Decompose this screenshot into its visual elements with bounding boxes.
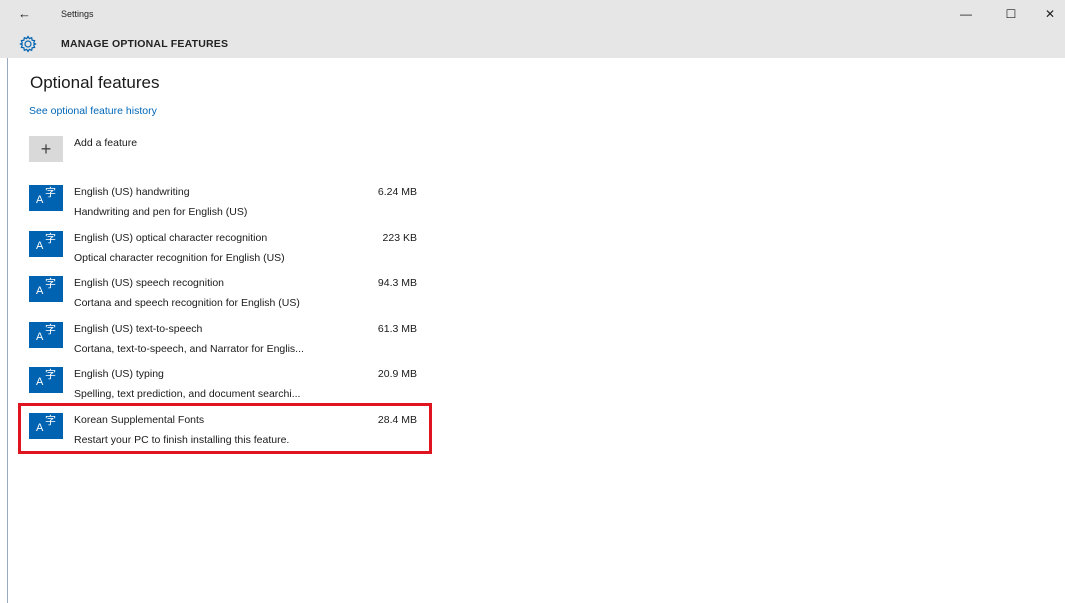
page-header: MANAGE OPTIONAL FEATURES — [0, 28, 1065, 58]
language-icon-glyph: 字 — [45, 322, 56, 336]
settings-window: ← Settings — ☐ ✕ MANAGE OPTIONAL FEATURE… — [0, 0, 1065, 603]
maximize-icon[interactable]: ☐ — [993, 4, 1029, 24]
add-feature-button[interactable]: + Add a feature — [29, 134, 229, 162]
language-icon: A 字 — [29, 185, 63, 211]
language-icon: A 字 — [29, 321, 63, 348]
add-feature-label: Add a feature — [74, 137, 138, 149]
highlight-annotation — [18, 403, 432, 454]
page-title: Optional features — [30, 73, 160, 92]
language-icon-glyph: 字 — [45, 231, 56, 245]
minimize-icon[interactable]: — — [948, 4, 984, 24]
language-icon-glyph: 字 — [45, 277, 56, 290]
language-icon-glyph: 字 — [45, 368, 56, 381]
feature-description: Spelling, text prediction, and document … — [74, 388, 301, 400]
list-item[interactable]: A 字 English (US) speech recognition 94.3… — [29, 271, 429, 317]
feature-name: English (US) speech recognition — [74, 277, 224, 289]
window-left-border — [7, 58, 8, 603]
feature-size: 20.9 MB — [377, 368, 417, 380]
language-icon: A 字 — [29, 276, 63, 302]
language-icon-glyph: 字 — [45, 186, 56, 199]
plus-icon: + — [29, 136, 63, 162]
feature-description: Cortana, text-to-speech, and Narrator fo… — [74, 342, 304, 355]
window-title: Settings — [61, 9, 94, 19]
feature-size: 6.24 MB — [377, 186, 417, 198]
feature-history-link[interactable]: See optional feature history — [29, 105, 157, 117]
feature-size: 61.3 MB — [377, 322, 417, 335]
feature-size: 223 KB — [382, 231, 417, 244]
feature-name: English (US) typing — [74, 368, 164, 380]
feature-name: English (US) handwriting — [74, 186, 190, 198]
list-item[interactable]: A 字 English (US) text-to-speech 61.3 MB … — [29, 317, 429, 363]
language-icon-letter: A — [36, 194, 44, 206]
feature-name: English (US) text-to-speech — [74, 322, 203, 335]
feature-description: Cortana and speech recognition for Engli… — [74, 297, 300, 309]
list-item[interactable]: A 字 English (US) typing 20.9 MB Spelling… — [29, 362, 429, 408]
header-title: MANAGE OPTIONAL FEATURES — [61, 38, 229, 50]
language-icon-letter: A — [36, 330, 44, 343]
feature-name: English (US) optical character recogniti… — [74, 231, 268, 244]
feature-size: 94.3 MB — [377, 277, 417, 289]
language-icon: A 字 — [29, 367, 63, 393]
language-icon-letter: A — [36, 285, 44, 297]
list-item[interactable]: A 字 English (US) handwriting 6.24 MB Han… — [29, 180, 429, 226]
language-icon-letter: A — [36, 376, 44, 388]
language-icon: A 字 — [29, 230, 63, 257]
title-bar: ← Settings — ☐ ✕ — [0, 0, 1065, 28]
gear-icon — [19, 35, 37, 53]
feature-description: Handwriting and pen for English (US) — [74, 206, 248, 218]
back-arrow-icon[interactable]: ← — [18, 5, 46, 23]
feature-description: Optical character recognition for Englis… — [74, 251, 285, 264]
close-icon[interactable]: ✕ — [1032, 4, 1065, 24]
list-item[interactable]: A 字 English (US) optical character recog… — [29, 226, 429, 272]
language-icon-letter: A — [36, 239, 44, 252]
